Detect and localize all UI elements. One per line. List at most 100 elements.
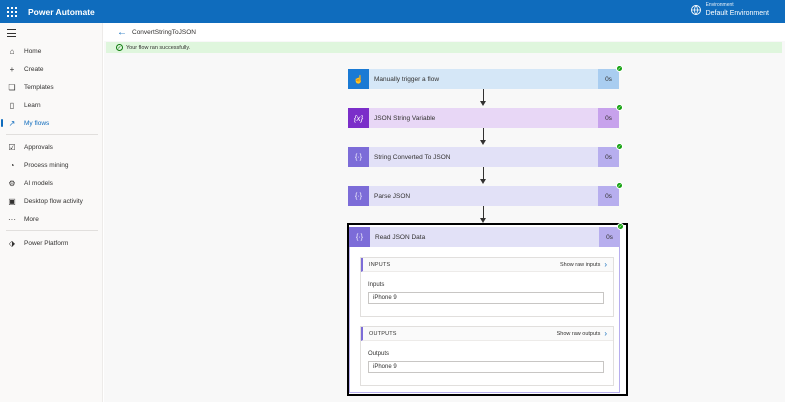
outputs-section: OUTPUTS Show raw outputs › Outputs iPhon… <box>360 326 614 386</box>
nav-item-home[interactable]: ⌂ Home <box>0 44 103 58</box>
inputs-value-field: iPhone 9 <box>368 292 604 304</box>
inputs-header: INPUTS <box>369 261 391 268</box>
inputs-section-header: INPUTS Show raw inputs › <box>361 258 613 272</box>
chevron-right-icon: › <box>604 259 607 269</box>
arrow-down-icon <box>480 140 486 145</box>
app-title[interactable]: Power Automate <box>28 7 95 17</box>
nav-item-process-mining[interactable]: ◔ Process mining <box>0 158 103 172</box>
templates-icon: ❏ <box>8 82 16 92</box>
environment-picker[interactable]: Environment Default Environment <box>690 3 769 17</box>
data-operation-icon: {·} <box>348 186 369 206</box>
arrow-down-icon <box>480 179 486 184</box>
environment-label: Environment <box>705 2 734 8</box>
hand-touch-icon: ☝ <box>348 69 369 89</box>
outputs-header: OUTPUTS <box>369 330 397 337</box>
power-platform-icon: ⬗ <box>8 238 16 248</box>
more-icon: ··· <box>8 214 16 224</box>
nav-item-label: Desktop flow activity <box>24 197 83 205</box>
flow-title-bar: ← ConvertStringToJSON <box>104 23 785 41</box>
arrow-down-icon <box>480 101 486 106</box>
plus-icon: + <box>9 64 15 74</box>
success-check-icon: ✓ <box>616 65 623 72</box>
data-operation-icon: {·} <box>348 147 369 167</box>
success-check-icon: ✓ <box>616 104 623 111</box>
nav-item-power-platform[interactable]: ⬗ Power Platform <box>0 236 103 250</box>
nav-item-ai-models[interactable]: ⚙ AI models <box>0 176 103 190</box>
connector-line <box>483 206 484 218</box>
approvals-icon: ☑ <box>8 142 16 152</box>
inputs-section: INPUTS Show raw inputs › Inputs iPhone 9 <box>360 257 614 317</box>
desktop-flow-icon: ▣ <box>8 196 16 206</box>
chevron-right-icon: › <box>604 328 607 338</box>
nav-item-label: Power Platform <box>24 239 69 247</box>
step-duration: 0s <box>599 227 620 247</box>
top-bar: Power Automate Environment Default Envir… <box>0 0 785 23</box>
environment-icon <box>690 5 701 15</box>
process-mining-icon: ◔ <box>9 160 15 170</box>
success-check-icon: ✓ <box>616 182 623 189</box>
data-operation-icon: {·} <box>349 227 370 247</box>
nav-item-label: Process mining <box>24 161 69 169</box>
step-label: String Converted To JSON <box>374 153 451 161</box>
success-message-bar: ✓ Your flow ran successfully. <box>106 42 782 53</box>
show-raw-outputs-label: Show raw outputs <box>556 330 601 337</box>
home-icon: ⌂ <box>9 46 15 56</box>
ai-models-icon: ⚙ <box>8 178 16 188</box>
show-raw-outputs-link[interactable]: Show raw outputs › <box>556 328 613 338</box>
nav-item-label: More <box>24 215 39 223</box>
outputs-field-label: Outputs <box>368 351 390 357</box>
nav-item-label: My flows <box>24 119 50 127</box>
nav-item-my-flows[interactable]: ↗ My flows <box>0 116 103 130</box>
nav-divider <box>6 134 98 135</box>
success-check-icon: ✓ <box>116 44 123 51</box>
step-label: JSON String Variable <box>374 114 436 122</box>
success-check-icon: ✓ <box>616 143 623 150</box>
environment-name: Default Environment <box>705 10 769 17</box>
nav-item-more[interactable]: ··· More <box>0 212 103 226</box>
step-duration: 0s <box>598 147 619 167</box>
step-label: Manually trigger a flow <box>374 75 440 83</box>
book-icon: ▯ <box>9 100 15 110</box>
hamburger-menu-icon[interactable] <box>7 29 16 37</box>
nav-item-label: Templates <box>24 83 54 91</box>
back-arrow-icon[interactable]: ← <box>117 27 127 38</box>
main-content: ← ConvertStringToJSON ✓ Your flow ran su… <box>104 23 785 402</box>
nav-divider <box>6 230 98 231</box>
inputs-field-label: Inputs <box>368 282 385 288</box>
flow-icon: ↗ <box>8 118 16 128</box>
step-duration: 0s <box>598 69 619 89</box>
left-navigation: ⌂ Home + Create ❏ Templates ▯ Learn ↗ My… <box>0 23 103 402</box>
nav-item-label: Create <box>24 65 44 73</box>
step-card-json-string-variable[interactable]: {x} JSON String Variable 0s ✓ <box>348 104 623 128</box>
expanded-step-read-json-data: {·} Read JSON Data 0s ✓ INPUTS Show raw … <box>347 223 628 396</box>
variable-icon: {x} <box>348 108 369 128</box>
outputs-section-header: OUTPUTS Show raw outputs › <box>361 327 613 341</box>
nav-item-desktop-flow-activity[interactable]: ▣ Desktop flow activity <box>0 194 103 208</box>
nav-item-label: Approvals <box>24 143 53 151</box>
step-card-parse-json[interactable]: {·} Parse JSON 0s ✓ <box>348 182 623 206</box>
outputs-value-field: iPhone 9 <box>368 361 604 373</box>
connector-line <box>483 89 484 101</box>
connector-line <box>483 167 484 179</box>
nav-item-approvals[interactable]: ☑ Approvals <box>0 140 103 154</box>
show-raw-inputs-label: Show raw inputs <box>559 261 601 268</box>
step-card-string-converted-to-json[interactable]: {·} String Converted To JSON 0s ✓ <box>348 143 623 167</box>
app-launcher-icon[interactable] <box>0 0 24 23</box>
flow-name: ConvertStringToJSON <box>132 28 196 36</box>
success-check-icon: ✓ <box>617 223 624 230</box>
step-duration: 0s <box>598 186 619 206</box>
connector-line <box>483 128 484 140</box>
step-label: Read JSON Data <box>375 233 426 241</box>
nav-item-templates[interactable]: ❏ Templates <box>0 80 103 94</box>
nav-item-label: Learn <box>24 101 41 109</box>
step-details-panel: INPUTS Show raw inputs › Inputs iPhone 9… <box>349 247 620 393</box>
step-label: Parse JSON <box>374 192 411 200</box>
step-card-manual-trigger[interactable]: ☝ Manually trigger a flow 0s ✓ <box>348 65 623 89</box>
step-card-read-json-data[interactable]: {·} Read JSON Data 0s ✓ <box>349 223 624 247</box>
nav-item-label: AI models <box>24 179 53 187</box>
show-raw-inputs-link[interactable]: Show raw inputs › <box>559 259 613 269</box>
nav-item-learn[interactable]: ▯ Learn <box>0 98 103 112</box>
step-duration: 0s <box>598 108 619 128</box>
nav-item-label: Home <box>24 47 42 55</box>
nav-item-create[interactable]: + Create <box>0 62 103 76</box>
